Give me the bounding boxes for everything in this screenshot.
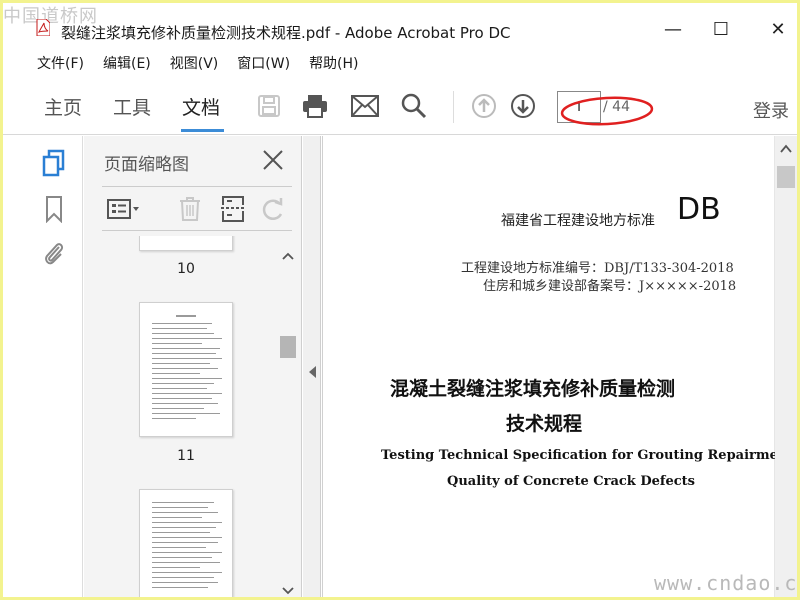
- menu-edit[interactable]: 编辑(E): [93, 49, 160, 75]
- thumbnails-panel: 页面缩略图 10 11: [84, 136, 302, 597]
- doc-title-en-line1: Testing Technical Specification for Grou…: [381, 448, 794, 463]
- mail-icon[interactable]: [350, 91, 380, 121]
- print-icon[interactable]: [300, 91, 330, 121]
- menu-bar: 文件(F) 编辑(E) 视图(V) 窗口(W) 帮助(H): [3, 49, 368, 75]
- page-thumbnails-icon[interactable]: [39, 148, 69, 178]
- thumbnail-list: 10 11: [84, 236, 302, 597]
- close-button[interactable]: ✕: [763, 17, 793, 41]
- menu-view[interactable]: 视图(V): [160, 49, 228, 75]
- search-icon[interactable]: [399, 91, 429, 121]
- menu-file[interactable]: 文件(F): [3, 49, 93, 75]
- attachment-icon[interactable]: [39, 238, 69, 268]
- window-title: 裂缝注浆填充修补质量检测技术规程.pdf - Adobe Acrobat Pro…: [61, 24, 511, 42]
- page-up-icon[interactable]: [469, 91, 499, 121]
- doc-title-en-line2: Quality of Concrete Crack Defects: [447, 474, 695, 489]
- save-icon[interactable]: [254, 91, 284, 121]
- thumbnail-label: 11: [177, 448, 195, 464]
- thumbnails-close-icon[interactable]: [260, 147, 286, 173]
- doc-db-code: DB: [677, 192, 721, 227]
- delete-page-icon[interactable]: [175, 195, 205, 223]
- document-page: 福建省工程建设地方标准 DB 工程建设地方标准编号：DBJ/T133-304-2…: [322, 136, 793, 597]
- doc-standard-number: 工程建设地方标准编号：DBJ/T133-304-2018: [461, 261, 734, 276]
- doc-title-cn-line1: 混凝土裂缝注浆填充修补质量检测: [390, 378, 676, 400]
- login-button[interactable]: 登录: [753, 97, 789, 123]
- thumbnails-toolbar: [102, 186, 292, 231]
- navigation-rail: [3, 136, 83, 597]
- doc-title-cn-line2: 技术规程: [506, 413, 583, 435]
- thumbnail-scrollbar[interactable]: [280, 248, 296, 597]
- rotate-icon[interactable]: [258, 195, 288, 223]
- tab-home[interactable]: 主页: [44, 93, 82, 120]
- thumbnail-page[interactable]: [139, 236, 233, 251]
- document-viewer: 福建省工程建设地方标准 DB 工程建设地方标准编号：DBJ/T133-304-2…: [322, 136, 797, 597]
- pdf-file-icon: [36, 19, 50, 36]
- watermark-bottom: www.cndao.com: [654, 571, 797, 595]
- annotation-ellipse: [560, 96, 654, 126]
- maximize-button[interactable]: ☐: [706, 17, 736, 41]
- toolbar: 主页 工具 文档 I / 44 登录: [3, 79, 797, 135]
- thumbnail-options-icon[interactable]: [104, 195, 144, 223]
- toolbar-divider: [453, 91, 454, 123]
- page-down-icon[interactable]: [508, 91, 538, 121]
- menu-help[interactable]: 帮助(H): [299, 49, 367, 75]
- doc-record-number: 住房和城乡建设部备案号：J×××××-2018: [483, 279, 737, 294]
- active-tab-indicator: [181, 129, 224, 132]
- thumbnail-page[interactable]: [139, 302, 233, 437]
- thumbnails-title: 页面缩略图: [104, 155, 189, 175]
- minimize-button[interactable]: —: [658, 17, 688, 41]
- thumbnail-page[interactable]: [139, 489, 233, 597]
- document-scrollbar[interactable]: [775, 136, 797, 597]
- thumbnail-label: 10: [177, 261, 195, 277]
- tab-document[interactable]: 文档: [182, 93, 220, 120]
- doc-standard-header: 福建省工程建设地方标准: [501, 213, 655, 229]
- insert-page-icon[interactable]: [218, 195, 248, 223]
- tab-tools[interactable]: 工具: [113, 93, 151, 120]
- bookmark-icon[interactable]: [39, 194, 69, 224]
- app-window: 中国道桥网 裂缝注浆填充修补质量检测技术规程.pdf - Adobe Acrob…: [3, 3, 797, 597]
- menu-window[interactable]: 窗口(W): [227, 49, 299, 75]
- panel-splitter[interactable]: [303, 136, 321, 597]
- title-bar: 中国道桥网 裂缝注浆填充修补质量检测技术规程.pdf - Adobe Acrob…: [3, 3, 797, 43]
- collapse-arrow-icon[interactable]: [309, 366, 317, 378]
